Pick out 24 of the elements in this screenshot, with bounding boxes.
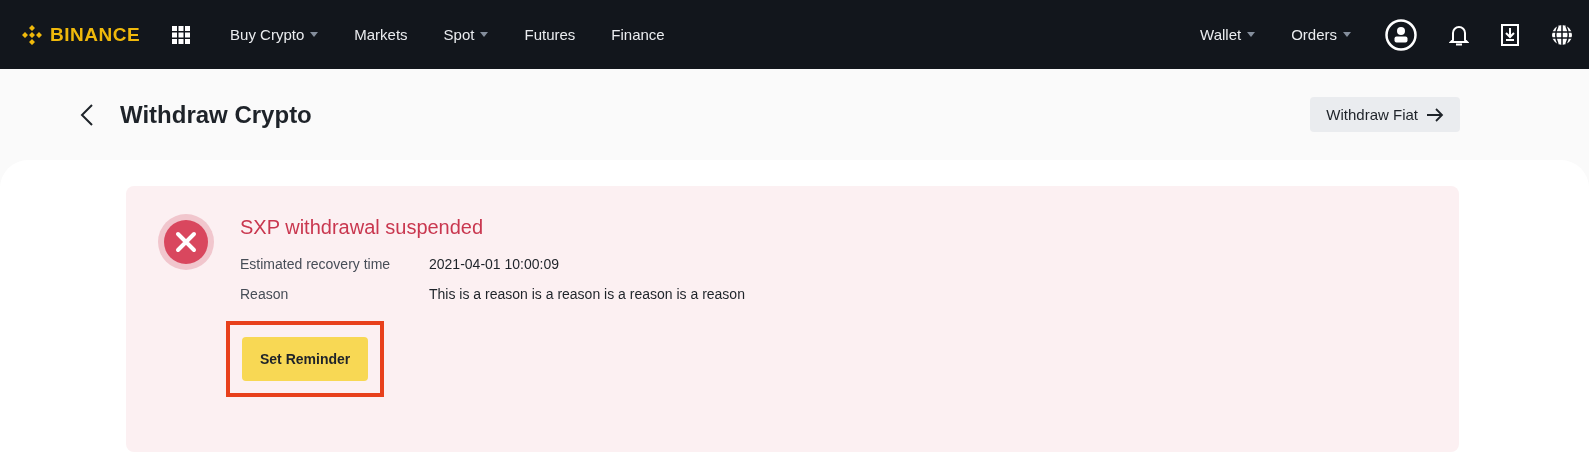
- account-icon[interactable]: [1385, 18, 1417, 51]
- nav-menu-item[interactable]: Futures: [506, 26, 594, 43]
- bell-icon[interactable]: [1449, 23, 1469, 46]
- field-value: This is a reason is a reason is a reason is a reason: [429, 286, 745, 302]
- field-value: 2021-04-01 10:00:09: [429, 256, 559, 272]
- withdraw-fiat-button[interactable]: Withdraw Fiat: [1310, 97, 1460, 132]
- nav-menu-item[interactable]: Spot: [425, 26, 507, 43]
- field-label: Reason: [240, 286, 290, 302]
- logo-icon: [20, 22, 44, 47]
- page-title: Withdraw Crypto: [120, 100, 312, 129]
- nav-menu-item[interactable]: Buy Crypto: [212, 26, 337, 43]
- apps-grid-icon[interactable]: [172, 25, 191, 44]
- arrow-right-icon: [1426, 107, 1444, 122]
- error-icon: [158, 214, 214, 270]
- alert-title: SXP withdrawal suspended: [240, 216, 485, 239]
- nav-menu-item[interactable]: Markets: [336, 26, 426, 43]
- nav-menu-item[interactable]: Wallet: [1182, 26, 1274, 43]
- logo-text: BINANCE: [50, 23, 141, 46]
- nav-menu-item[interactable]: Orders: [1273, 26, 1369, 43]
- field-label: Estimated recovery time: [240, 256, 392, 272]
- set-reminder-button[interactable]: Set Reminder: [242, 337, 369, 381]
- download-icon[interactable]: [1501, 23, 1519, 46]
- nav-menu-item[interactable]: Finance: [593, 26, 683, 43]
- globe-icon[interactable]: [1551, 23, 1573, 46]
